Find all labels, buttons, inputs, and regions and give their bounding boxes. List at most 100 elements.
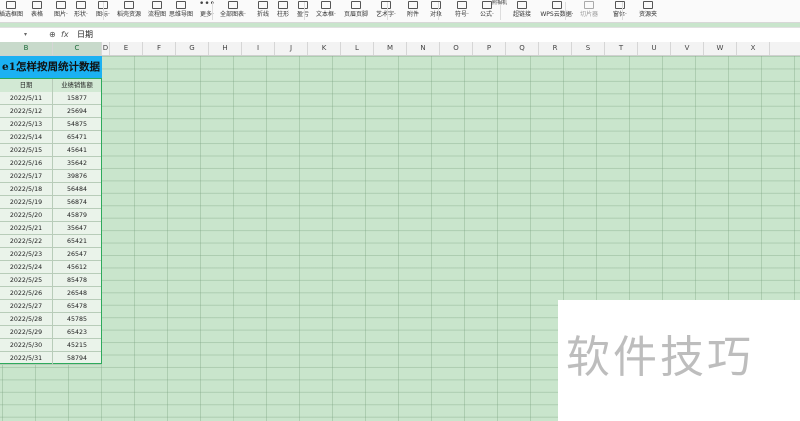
sales-cell[interactable]: 65478 <box>53 300 101 313</box>
date-cell[interactable]: 2022/5/28 <box>0 313 53 326</box>
sales-cell[interactable]: 56874 <box>53 196 101 209</box>
column-header-M[interactable]: M <box>374 42 407 55</box>
column-header-F[interactable]: F <box>143 42 176 55</box>
column-header-X[interactable]: X <box>737 42 770 55</box>
column-header-W[interactable]: W <box>704 42 737 55</box>
ribbon-header-footer-button[interactable]: 页眉页脚 <box>341 0 371 22</box>
sales-cell[interactable]: 58794 <box>53 352 101 365</box>
date-cell[interactable]: 2022/5/31 <box>0 352 53 365</box>
formula-input[interactable]: 日期 <box>77 29 93 41</box>
column-header-L[interactable]: L <box>341 42 374 55</box>
column-header-U[interactable]: U <box>638 42 671 55</box>
date-cell[interactable]: 2022/5/13 <box>0 118 53 131</box>
date-cell[interactable]: 2022/5/29 <box>0 326 53 339</box>
column-header-D[interactable]: D <box>102 42 110 55</box>
date-cell[interactable]: 2022/5/14 <box>0 131 53 144</box>
header-date[interactable]: 日期 <box>0 79 53 92</box>
ribbon-slicer-button[interactable]: 切片器 <box>574 0 604 22</box>
name-box[interactable] <box>0 30 24 40</box>
ribbon-hyperlink-button[interactable]: 超链接 <box>507 0 537 22</box>
sales-cell[interactable]: 65471 <box>53 131 101 144</box>
table-row: 2022/5/31 58794 <box>0 352 101 365</box>
ribbon-separator <box>565 2 566 20</box>
sales-cell[interactable]: 45785 <box>53 313 101 326</box>
ribbon-label: 符号· <box>455 11 469 18</box>
ribbon-label: 切片器 <box>579 11 598 18</box>
date-cell[interactable]: 2022/5/15 <box>0 144 53 157</box>
ribbon-resource-button[interactable]: 稻壳资源 <box>114 0 144 22</box>
sales-cell[interactable]: 85478 <box>53 274 101 287</box>
date-cell[interactable]: 2022/5/27 <box>0 300 53 313</box>
sales-cell[interactable]: 54875 <box>53 118 101 131</box>
date-cell[interactable]: 2022/5/16 <box>0 157 53 170</box>
date-cell[interactable]: 2022/5/20 <box>0 209 53 222</box>
fx-button[interactable]: fx <box>61 29 69 41</box>
date-cell[interactable]: 2022/5/24 <box>0 261 53 274</box>
sales-cell[interactable]: 26547 <box>53 248 101 261</box>
column-header-J[interactable]: J <box>275 42 308 55</box>
ribbon-wordart-button[interactable]: 艺术字· <box>371 0 401 22</box>
column-header-Q[interactable]: Q <box>506 42 539 55</box>
sales-cell[interactable]: 45879 <box>53 209 101 222</box>
ribbon-label: 思维导图 <box>168 11 193 18</box>
table-row: 2022/5/30 45215 <box>0 339 101 352</box>
column-header-K[interactable]: K <box>308 42 341 55</box>
zoom-icon[interactable]: ⊕ <box>49 29 56 41</box>
sheet-title-cell[interactable]: e1怎样按周统计数据 <box>0 56 102 79</box>
column-header-H[interactable]: H <box>209 42 242 55</box>
symbol-icon <box>457 1 467 9</box>
sales-cell[interactable]: 15877 <box>53 92 101 105</box>
sales-cell[interactable]: 65421 <box>53 235 101 248</box>
date-cell[interactable]: 2022/5/26 <box>0 287 53 300</box>
date-cell[interactable]: 2022/5/25 <box>0 274 53 287</box>
column-header-B[interactable]: B <box>0 42 53 55</box>
column-header-N[interactable]: N <box>407 42 440 55</box>
column-header-P[interactable]: P <box>473 42 506 55</box>
sales-cell[interactable]: 39876 <box>53 170 101 183</box>
sales-cell[interactable]: 65423 <box>53 326 101 339</box>
cloud-data-icon <box>552 1 562 9</box>
column-header-G[interactable]: G <box>176 42 209 55</box>
date-cell[interactable]: 2022/5/19 <box>0 196 53 209</box>
ribbon-cloud-data-button[interactable]: WPS云数据· <box>540 0 574 22</box>
date-cell[interactable]: 2022/5/12 <box>0 105 53 118</box>
name-box-dropdown-icon[interactable]: ▾ <box>24 30 27 40</box>
date-cell[interactable]: 2022/5/22 <box>0 235 53 248</box>
column-header-R[interactable]: R <box>539 42 572 55</box>
column-header-S[interactable]: S <box>572 42 605 55</box>
slicer-icon <box>584 1 594 9</box>
ribbon-resource-folder-button[interactable]: 资源夹 <box>633 0 663 22</box>
sales-cell[interactable]: 26548 <box>53 287 101 300</box>
ribbon-textbox-button[interactable]: 文本框· <box>311 0 341 22</box>
camera-label: 照相机 <box>492 0 508 6</box>
object-icon <box>431 1 441 9</box>
ribbon-form-button[interactable]: 窗体· <box>605 0 635 22</box>
wordart-icon <box>381 1 391 9</box>
sales-cell[interactable]: 45215 <box>53 339 101 352</box>
date-cell[interactable]: 2022/5/18 <box>0 183 53 196</box>
date-cell[interactable]: 2022/5/11 <box>0 92 53 105</box>
column-header-C[interactable]: C <box>53 42 102 55</box>
sales-cell[interactable]: 25694 <box>53 105 101 118</box>
table-icon <box>32 1 42 9</box>
sales-cell[interactable]: 56484 <box>53 183 101 196</box>
column-header-O[interactable]: O <box>440 42 473 55</box>
attachment-icon <box>408 1 418 9</box>
ribbon-chart-button[interactable]: 全部图表· <box>218 0 248 22</box>
ribbon-label: 文本框· <box>316 11 336 18</box>
date-cell[interactable]: 2022/5/23 <box>0 248 53 261</box>
column-header-E[interactable]: E <box>110 42 143 55</box>
sales-cell[interactable]: 35647 <box>53 222 101 235</box>
date-cell[interactable]: 2022/5/17 <box>0 170 53 183</box>
date-cell[interactable]: 2022/5/21 <box>0 222 53 235</box>
ribbon-label: 附件 <box>406 11 419 18</box>
column-header-T[interactable]: T <box>605 42 638 55</box>
sales-cell[interactable]: 45641 <box>53 144 101 157</box>
column-header-V[interactable]: V <box>671 42 704 55</box>
hyperlink-icon <box>517 1 527 9</box>
date-cell[interactable]: 2022/5/30 <box>0 339 53 352</box>
header-sales[interactable]: 业绩销售额 <box>53 79 101 92</box>
column-header-I[interactable]: I <box>242 42 275 55</box>
sales-cell[interactable]: 35642 <box>53 157 101 170</box>
sales-cell[interactable]: 45612 <box>53 261 101 274</box>
